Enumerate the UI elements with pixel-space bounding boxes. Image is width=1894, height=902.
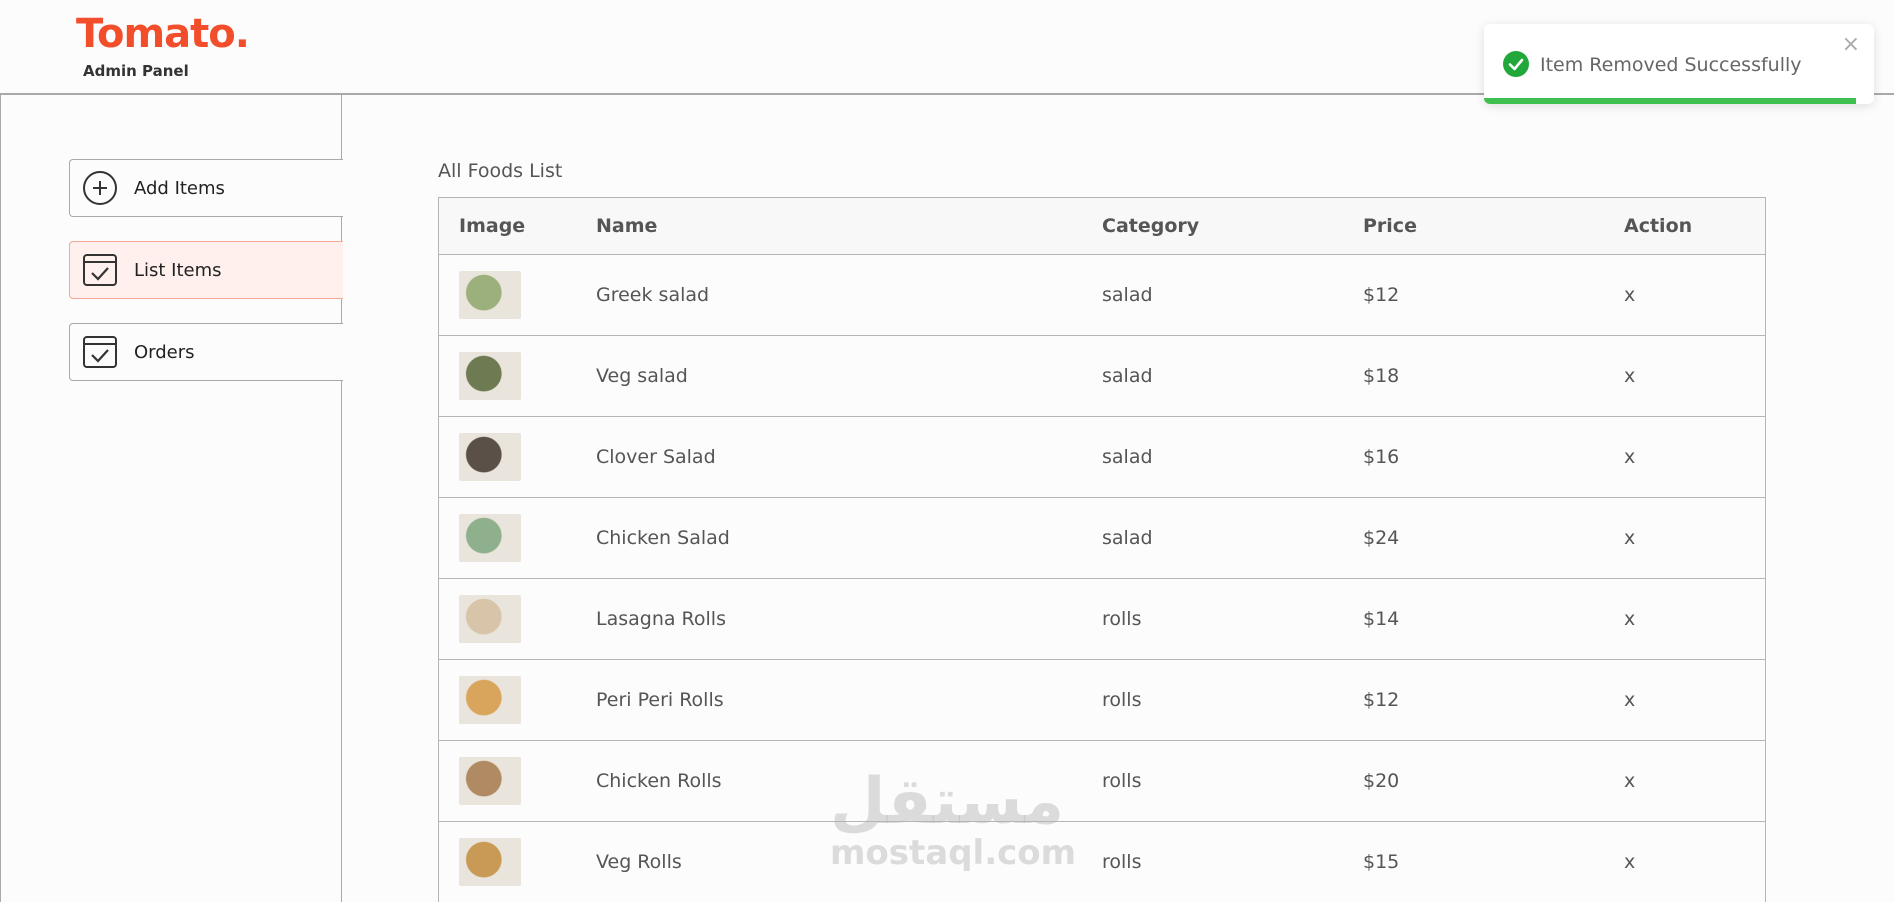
table-header: Image Name Category Price Action xyxy=(439,198,1765,255)
table-row: Greek salad salad $12 x xyxy=(439,255,1765,336)
remove-item-button[interactable]: x xyxy=(1624,689,1635,711)
food-category: rolls xyxy=(1102,770,1142,792)
food-price: $12 xyxy=(1363,689,1400,711)
food-category: salad xyxy=(1102,365,1153,387)
food-thumbnail xyxy=(459,271,521,319)
toast-message: Item Removed Successfully xyxy=(1540,54,1802,76)
remove-item-button[interactable]: x xyxy=(1624,851,1635,873)
food-name: Chicken Salad xyxy=(596,527,730,549)
food-price: $20 xyxy=(1363,770,1400,792)
food-category: rolls xyxy=(1102,689,1142,711)
sidebar-item-label: Orders xyxy=(134,341,195,363)
close-icon[interactable]: × xyxy=(1842,32,1860,57)
food-image-cell xyxy=(459,838,521,886)
column-header-price: Price xyxy=(1363,215,1417,237)
column-header-image: Image xyxy=(459,215,526,237)
column-header-name: Name xyxy=(596,215,658,237)
logo-text: Tomato. xyxy=(76,11,250,57)
food-price: $24 xyxy=(1363,527,1400,549)
food-image-cell xyxy=(459,433,521,481)
food-name: Peri Peri Rolls xyxy=(596,689,724,711)
remove-item-button[interactable]: x xyxy=(1624,608,1635,630)
page-title: All Foods List xyxy=(438,160,563,182)
remove-item-button[interactable]: x xyxy=(1624,446,1635,468)
food-name: Chicken Rolls xyxy=(596,770,722,792)
food-price: $15 xyxy=(1363,851,1400,873)
food-name: Veg Rolls xyxy=(596,851,682,873)
sidebar: Add Items List Items Orders xyxy=(0,95,343,902)
table-body: Greek salad salad $12 x Veg salad salad $18 x Cl… xyxy=(439,255,1765,902)
food-image-cell xyxy=(459,514,521,562)
food-category: salad xyxy=(1102,284,1153,306)
food-name: Clover Salad xyxy=(596,446,716,468)
food-price: $12 xyxy=(1363,284,1400,306)
food-category: rolls xyxy=(1102,851,1142,873)
food-thumbnail xyxy=(459,433,521,481)
food-thumbnail xyxy=(459,838,521,886)
food-list-table: Image Name Category Price Action Greek s… xyxy=(438,197,1766,902)
table-row: Chicken Rolls rolls $20 x xyxy=(439,741,1765,822)
food-image-cell xyxy=(459,595,521,643)
column-header-action: Action xyxy=(1624,215,1693,237)
remove-item-button[interactable]: x xyxy=(1624,527,1635,549)
sidebar-item-label: List Items xyxy=(134,259,222,281)
food-image-cell xyxy=(459,757,521,805)
food-price: $18 xyxy=(1363,365,1400,387)
food-category: salad xyxy=(1102,446,1153,468)
remove-item-button[interactable]: x xyxy=(1624,284,1635,306)
sidebar-item-add-items[interactable]: Add Items xyxy=(69,159,343,217)
plus-circle-icon xyxy=(82,170,118,206)
food-image-cell xyxy=(459,676,521,724)
sidebar-item-label: Add Items xyxy=(134,177,225,199)
food-category: salad xyxy=(1102,527,1153,549)
remove-item-button[interactable]: x xyxy=(1624,365,1635,387)
toast-progress-bar xyxy=(1484,98,1857,104)
food-thumbnail xyxy=(459,676,521,724)
calendar-check-icon xyxy=(82,252,118,288)
food-thumbnail xyxy=(459,757,521,805)
food-thumbnail xyxy=(459,352,521,400)
calendar-check-icon xyxy=(82,334,118,370)
table-row: Chicken Salad salad $24 x xyxy=(439,498,1765,579)
logo[interactable]: Tomato. Admin Panel xyxy=(76,11,250,80)
toast-notification: Item Removed Successfully × xyxy=(1484,24,1874,104)
food-thumbnail xyxy=(459,514,521,562)
sidebar-item-list-items[interactable]: List Items xyxy=(69,241,343,299)
food-image-cell xyxy=(459,352,521,400)
table-row: Lasagna Rolls rolls $14 x xyxy=(439,579,1765,660)
food-price: $14 xyxy=(1363,608,1400,630)
food-name: Greek salad xyxy=(596,284,710,306)
table-row: Veg salad salad $18 x xyxy=(439,336,1765,417)
food-image-cell xyxy=(459,271,521,319)
table-row: Clover Salad salad $16 x xyxy=(439,417,1765,498)
table-row: Peri Peri Rolls rolls $12 x xyxy=(439,660,1765,741)
food-name: Veg salad xyxy=(596,365,688,387)
logo-subtitle: Admin Panel xyxy=(83,62,189,80)
food-name: Lasagna Rolls xyxy=(596,608,726,630)
check-circle-icon xyxy=(1502,50,1530,78)
sidebar-item-orders[interactable]: Orders xyxy=(69,323,343,381)
table-row: Veg Rolls rolls $15 x xyxy=(439,822,1765,902)
remove-item-button[interactable]: x xyxy=(1624,770,1635,792)
food-category: rolls xyxy=(1102,608,1142,630)
column-header-category: Category xyxy=(1102,215,1200,237)
food-thumbnail xyxy=(459,595,521,643)
food-price: $16 xyxy=(1363,446,1400,468)
